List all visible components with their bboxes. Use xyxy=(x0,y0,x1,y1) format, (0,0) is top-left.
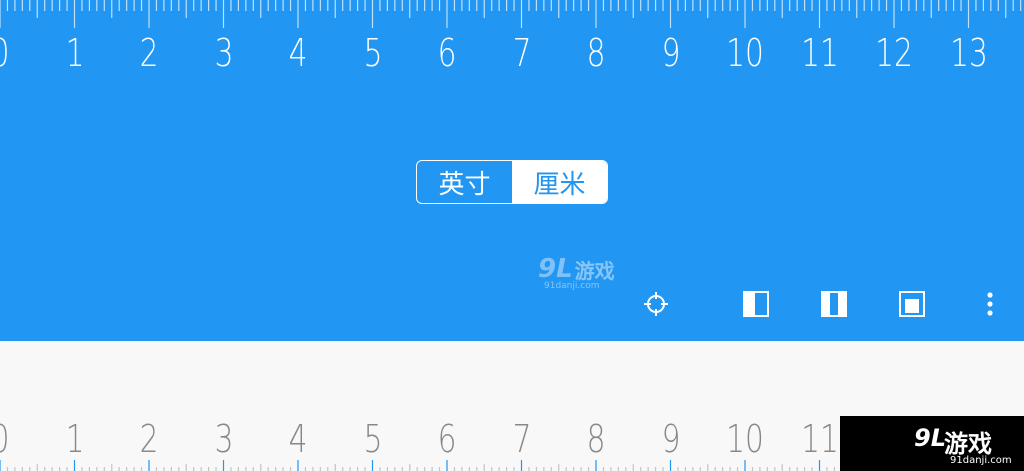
unit-option-cm[interactable]: 厘米 xyxy=(512,161,607,203)
top-ruler-label: 1 xyxy=(65,31,84,75)
center-square-button[interactable] xyxy=(896,288,928,320)
left-panel-icon xyxy=(743,291,769,317)
bottom-ruler-label: 4 xyxy=(288,417,308,461)
bottom-ruler-label: 1 xyxy=(65,417,84,461)
bottom-ruler-label: 2 xyxy=(139,417,159,461)
bottom-ruler-label: 5 xyxy=(363,417,382,461)
bottom-ruler-label: 9 xyxy=(661,417,680,461)
top-ruler-label: 7 xyxy=(512,31,531,75)
bottom-ruler-label: 6 xyxy=(437,417,457,461)
watermark-logo-mark: 9L xyxy=(538,254,573,284)
top-ruler-label: 3 xyxy=(214,31,233,75)
corner-watermark-text: 游戏 xyxy=(944,430,992,458)
corner-watermark-mark: 9L xyxy=(914,424,946,452)
top-ruler-label: 2 xyxy=(139,31,159,75)
top-ruler-label: 9 xyxy=(661,31,680,75)
top-ruler-label: 11 xyxy=(800,31,839,75)
bottom-ruler-label: 8 xyxy=(586,417,606,461)
top-ruler-label: 13 xyxy=(949,31,988,75)
top-ruler-label: 5 xyxy=(363,31,382,75)
split-panel-button[interactable] xyxy=(818,288,850,320)
top-ruler-label: 6 xyxy=(437,31,457,75)
top-ruler-label: 10 xyxy=(726,31,764,75)
unit-toggle[interactable]: 英寸 厘米 xyxy=(416,160,608,204)
left-panel-button[interactable] xyxy=(740,288,772,320)
crosshair-button[interactable] xyxy=(640,288,672,320)
unit-option-inch[interactable]: 英寸 xyxy=(417,161,512,203)
watermark-logo-text: 游戏 xyxy=(574,259,615,283)
top-ruler-label: 4 xyxy=(288,31,308,75)
bottom-ruler-label: 7 xyxy=(512,417,531,461)
watermark-logo: 9L 游戏 91danji.com xyxy=(538,254,615,291)
more-vert-icon xyxy=(987,292,993,316)
watermark-url: 91danji.com xyxy=(544,281,600,291)
center-square-icon xyxy=(899,291,925,317)
top-ruler-ticks xyxy=(0,0,1022,28)
top-ruler-label: 8 xyxy=(586,31,606,75)
top-ruler-panel: 012345678910111213 英寸 厘米 9L 游戏 91danji.c… xyxy=(0,0,1024,341)
bottom-ruler-label: 11 xyxy=(800,417,839,461)
bottom-ruler-label: 3 xyxy=(214,417,233,461)
corner-watermark-url: 91danji.com xyxy=(950,455,1012,466)
crosshair-icon xyxy=(644,292,668,316)
top-ruler-label: 12 xyxy=(875,31,913,75)
top-ruler-label: 0 xyxy=(0,34,9,72)
split-panel-icon xyxy=(821,291,847,317)
bottom-ruler-label: 0 xyxy=(0,420,9,458)
more-options-button[interactable] xyxy=(974,288,1006,320)
bottom-ruler-label: 10 xyxy=(726,417,764,461)
